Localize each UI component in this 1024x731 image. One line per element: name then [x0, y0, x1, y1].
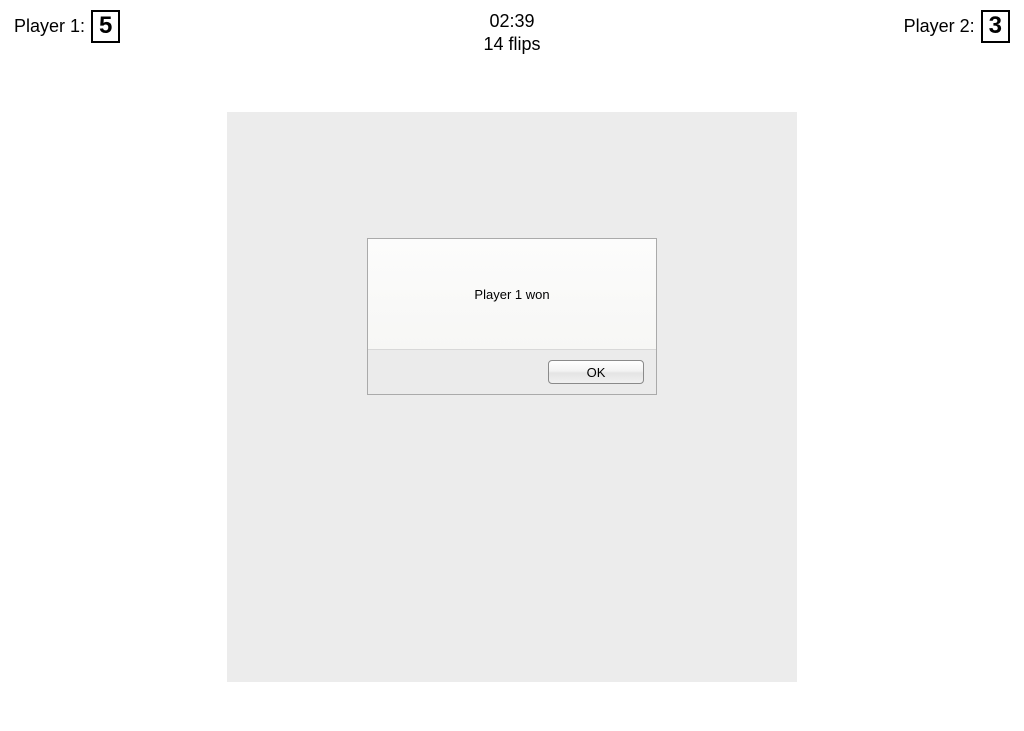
timer-value: 02:39 [483, 10, 540, 33]
player2-score-value: 3 [981, 10, 1010, 43]
player1-score-block: Player 1: 5 [14, 10, 120, 43]
dialog-message: Player 1 won [474, 287, 549, 302]
game-board [227, 112, 797, 682]
center-info: 02:39 14 flips [483, 10, 540, 57]
ok-button[interactable]: OK [548, 360, 644, 384]
winner-dialog: Player 1 won OK [367, 238, 657, 395]
player1-label: Player 1: [14, 16, 85, 37]
player2-score-block: Player 2: 3 [904, 10, 1010, 43]
dialog-body: Player 1 won [368, 239, 656, 349]
player1-score-value: 5 [91, 10, 120, 43]
player2-label: Player 2: [904, 16, 975, 37]
game-header: Player 1: 5 02:39 14 flips Player 2: 3 [0, 0, 1024, 67]
dialog-footer: OK [368, 349, 656, 394]
flips-count: 14 flips [483, 33, 540, 56]
